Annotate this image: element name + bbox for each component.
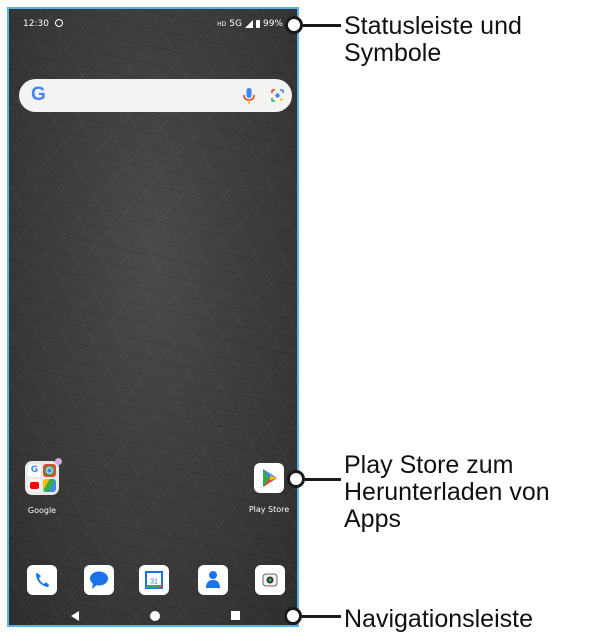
chrome-icon [43,464,56,477]
drive-icon [43,479,56,492]
play-store-callout-line-1: Play Store zum [344,451,514,479]
battery-icon [255,20,260,28]
play-store-leader-line [305,478,341,481]
play-store-callout-line-2: Herunterladen von [344,478,550,506]
status-leader-line [303,24,341,27]
notification-dot [55,458,62,465]
play-store-app[interactable]: Play Store [243,463,295,514]
back-icon[interactable] [71,611,79,621]
nav-marker [284,607,302,625]
nav-leader-line [302,615,341,618]
app-label-google: Google [27,506,57,515]
network-type: 5G [229,19,242,29]
play-store-callout-line-3: Apps [344,505,401,533]
lens-icon[interactable] [271,89,284,102]
phone-icon[interactable] [27,565,57,595]
play-store-icon [254,463,284,493]
camera-icon[interactable] [255,565,285,595]
folder-icon: G [25,458,62,495]
recents-icon[interactable] [231,611,240,620]
nav-callout: Navigationsleiste [344,606,533,633]
hd-voice-icon: HD [217,20,227,28]
mic-icon[interactable] [242,88,256,105]
calendar-icon[interactable]: 31 [139,565,169,595]
status-callout: Statusleiste und Symbole [344,13,522,67]
battery-percent: 99% [262,19,283,29]
app-label-play-store: Play Store [248,505,290,514]
google-search-bar[interactable]: G [19,79,292,112]
play-store-callout: Play Store zum Herunterladen von Apps [344,452,550,533]
status-icons: HD 5G 99% [217,19,283,29]
youtube-icon [28,479,41,492]
calendar-day: 31 [150,579,158,586]
play-store-marker [287,470,305,488]
messages-icon[interactable] [84,565,114,595]
home-icon[interactable] [150,611,160,621]
play-triangle-icon [263,469,277,487]
phone-screen: 12:30 HD 5G 99% G G Google Play Store 31 [7,7,299,627]
navigation-bar [9,605,297,625]
google-logo-icon: G [31,84,46,105]
nav-callout-line-1: Navigationsleiste [344,605,533,633]
status-callout-line-2: Symbole [344,39,442,67]
sync-icon [55,19,63,27]
signal-icon [244,20,253,28]
contacts-icon[interactable] [198,565,228,595]
status-time: 12:30 [23,19,49,29]
status-callout-line-1: Statusleiste und [344,12,522,40]
status-bar: 12:30 HD 5G 99% [9,9,297,39]
status-marker [285,16,303,34]
google-icon: G [28,464,41,477]
google-folder[interactable]: G Google [19,458,65,515]
